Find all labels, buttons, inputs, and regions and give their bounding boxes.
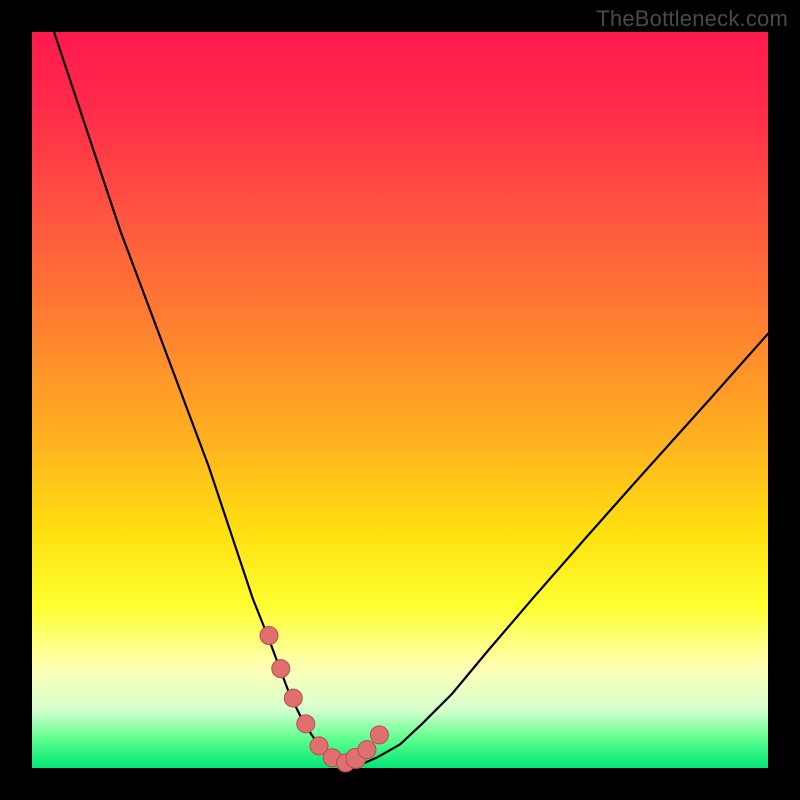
chart-svg bbox=[32, 32, 768, 768]
marker-point bbox=[260, 627, 278, 645]
plot-area bbox=[32, 32, 768, 768]
marker-point bbox=[272, 660, 290, 678]
watermark-text: TheBottleneck.com bbox=[596, 6, 788, 32]
marker-point bbox=[358, 741, 376, 759]
marker-group bbox=[260, 627, 388, 772]
outer-frame: TheBottleneck.com bbox=[0, 0, 800, 800]
marker-point bbox=[284, 689, 302, 707]
marker-point bbox=[297, 715, 315, 733]
bottleneck-curve-line bbox=[54, 32, 768, 764]
marker-point bbox=[370, 726, 388, 744]
